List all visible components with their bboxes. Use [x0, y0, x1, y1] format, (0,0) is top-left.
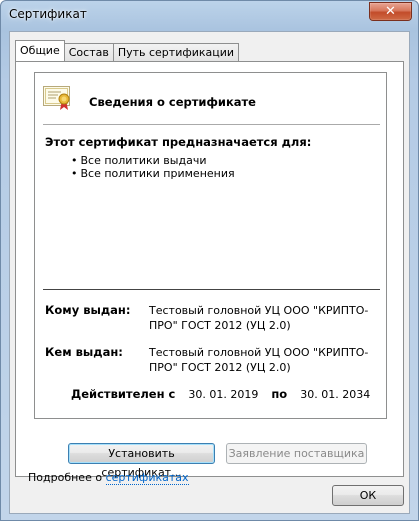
- issuer-statement-button[interactable]: Заявление поставщика: [226, 443, 367, 464]
- list-item: Все политики применения: [71, 167, 235, 180]
- purpose-heading: Этот сертификат предназначается для:: [45, 135, 312, 149]
- list-item: Все политики выдачи: [71, 154, 235, 167]
- window-title: Сертификат: [9, 7, 87, 21]
- certificate-dialog: Сертификат ✕ Общие Состав Путь сертифика…: [0, 0, 419, 521]
- install-certificate-button[interactable]: Установить сертификат...: [68, 443, 215, 479]
- purpose-list: Все политики выдачи Все политики примене…: [71, 154, 235, 180]
- dialog-client-area: Общие Состав Путь сертификации Сведения …: [9, 31, 410, 514]
- tab-general[interactable]: Общие: [15, 40, 65, 61]
- tab-details[interactable]: Состав: [63, 43, 114, 61]
- issued-to-value: Тестовый головной УЦ ООО "КРИПТО-ПРО" ГО…: [149, 304, 369, 332]
- valid-to-date: 30. 01. 2034: [300, 388, 371, 401]
- ok-button[interactable]: ОК: [332, 485, 404, 506]
- tab-certification-path[interactable]: Путь сертификации: [112, 43, 240, 61]
- issued-by-label: Кем выдан:: [45, 345, 123, 359]
- tab-panel-general: Сведения о сертификате Этот сертификат п…: [15, 61, 404, 479]
- title-bar[interactable]: Сертификат ✕: [1, 1, 418, 31]
- certificates-link[interactable]: сертификатах: [105, 471, 189, 485]
- issued-to-label: Кому выдан:: [45, 303, 131, 317]
- details-separator: [43, 289, 380, 290]
- learn-more-text: Подробнее о сертификатах: [28, 471, 189, 485]
- valid-from-label: Действителен с: [71, 387, 176, 401]
- close-icon: ✕: [385, 4, 396, 19]
- certificate-info-box: Сведения о сертификате Этот сертификат п…: [34, 72, 387, 419]
- valid-to-label: по: [271, 387, 288, 401]
- learn-more-prefix: Подробнее о: [28, 471, 106, 484]
- header-separator: [43, 124, 380, 125]
- tab-strip: Общие Состав Путь сертификации: [15, 40, 240, 62]
- validity-period: Действителен с 30. 01. 2019 по 30. 01. 2…: [71, 387, 370, 401]
- valid-from-date: 30. 01. 2019: [188, 388, 259, 401]
- issued-by-value: Тестовый головной УЦ ООО "КРИПТО-ПРО" ГО…: [149, 346, 369, 374]
- close-button[interactable]: ✕: [369, 2, 412, 21]
- certificate-info-title: Сведения о сертификате: [89, 95, 256, 109]
- certificate-icon: [43, 86, 70, 110]
